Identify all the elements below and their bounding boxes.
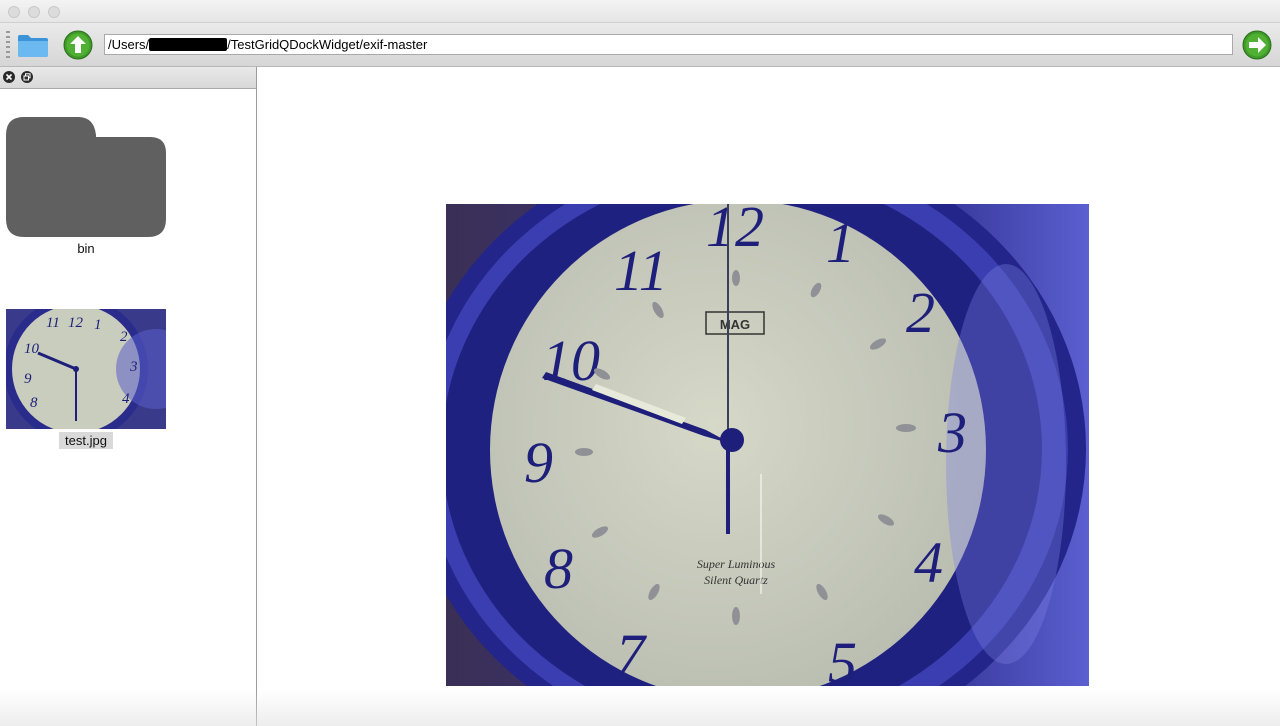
clock-photo: 12 1 2 3 4 5 7 8 9 10 11 MAG Super Lumin…: [446, 204, 1089, 686]
svg-text:1: 1: [94, 317, 102, 333]
grid-item-label: test.jpg: [6, 432, 166, 449]
svg-text:8: 8: [30, 395, 38, 411]
svg-text:11: 11: [614, 238, 668, 303]
svg-text:4: 4: [122, 391, 130, 407]
svg-text:12: 12: [68, 315, 84, 331]
svg-text:10: 10: [24, 341, 40, 357]
title-bar: [0, 0, 1280, 23]
parent-directory-button[interactable]: [62, 29, 94, 61]
clock-text-1: Super Luminous: [697, 557, 776, 571]
path-field[interactable]: /Users/ /TestGridQDockWidget/exif-master: [104, 34, 1233, 55]
svg-text:8: 8: [544, 536, 573, 601]
redacted-username: [149, 38, 228, 51]
svg-text:9: 9: [24, 371, 32, 387]
svg-text:2: 2: [120, 329, 128, 345]
folder-icon: [18, 35, 48, 57]
svg-text:12: 12: [706, 204, 764, 259]
svg-text:9: 9: [524, 430, 553, 495]
svg-text:2: 2: [906, 280, 935, 345]
preview-image: 12 1 2 3 4 5 7 8 9 10 11 MAG Super Lumin…: [446, 204, 1089, 686]
svg-text:11: 11: [46, 315, 60, 331]
up-arrow-icon: [63, 30, 93, 60]
clock-brand: MAG: [720, 317, 750, 332]
go-button[interactable]: [1241, 29, 1273, 61]
minimize-window-button[interactable]: [28, 6, 40, 18]
image-viewer: 12 1 2 3 4 5 7 8 9 10 11 MAG Super Lumin…: [258, 67, 1280, 726]
image-thumbnail: 12 12 3411 1098: [4, 297, 196, 441]
folder-icon: [6, 117, 166, 237]
svg-text:3: 3: [937, 400, 967, 465]
svg-text:3: 3: [129, 359, 138, 375]
grid-item-bin[interactable]: bin: [6, 117, 166, 257]
float-icon[interactable]: [21, 71, 33, 83]
path-suffix: /TestGridQDockWidget/exif-master: [227, 37, 428, 52]
grid-item-test-jpg[interactable]: 12 1 2 3 4 11 10 9 8 test.jpg: [4, 297, 196, 451]
svg-text:7: 7: [616, 622, 647, 686]
dock-title-bar[interactable]: [0, 67, 256, 89]
zoom-window-button[interactable]: [48, 6, 60, 18]
svg-text:5: 5: [828, 630, 857, 686]
clock-text-2: Silent Quartz: [704, 573, 768, 587]
grid-item-label-text: test.jpg: [59, 432, 113, 449]
grid-item-label: bin: [77, 241, 95, 256]
right-arrow-icon: [1242, 30, 1272, 60]
file-grid-dock: bin 12 1 2 3 4 11 10 9 8 test.jpg: [0, 67, 257, 726]
close-icon[interactable]: [3, 71, 15, 83]
path-prefix: /Users/: [108, 37, 150, 52]
toolbar: /Users/ /TestGridQDockWidget/exif-master: [0, 23, 1280, 67]
svg-text:4: 4: [914, 530, 943, 595]
svg-text:1: 1: [826, 210, 855, 275]
open-folder-button[interactable]: [16, 31, 50, 59]
close-window-button[interactable]: [8, 6, 20, 18]
toolbar-grip[interactable]: [6, 31, 10, 59]
